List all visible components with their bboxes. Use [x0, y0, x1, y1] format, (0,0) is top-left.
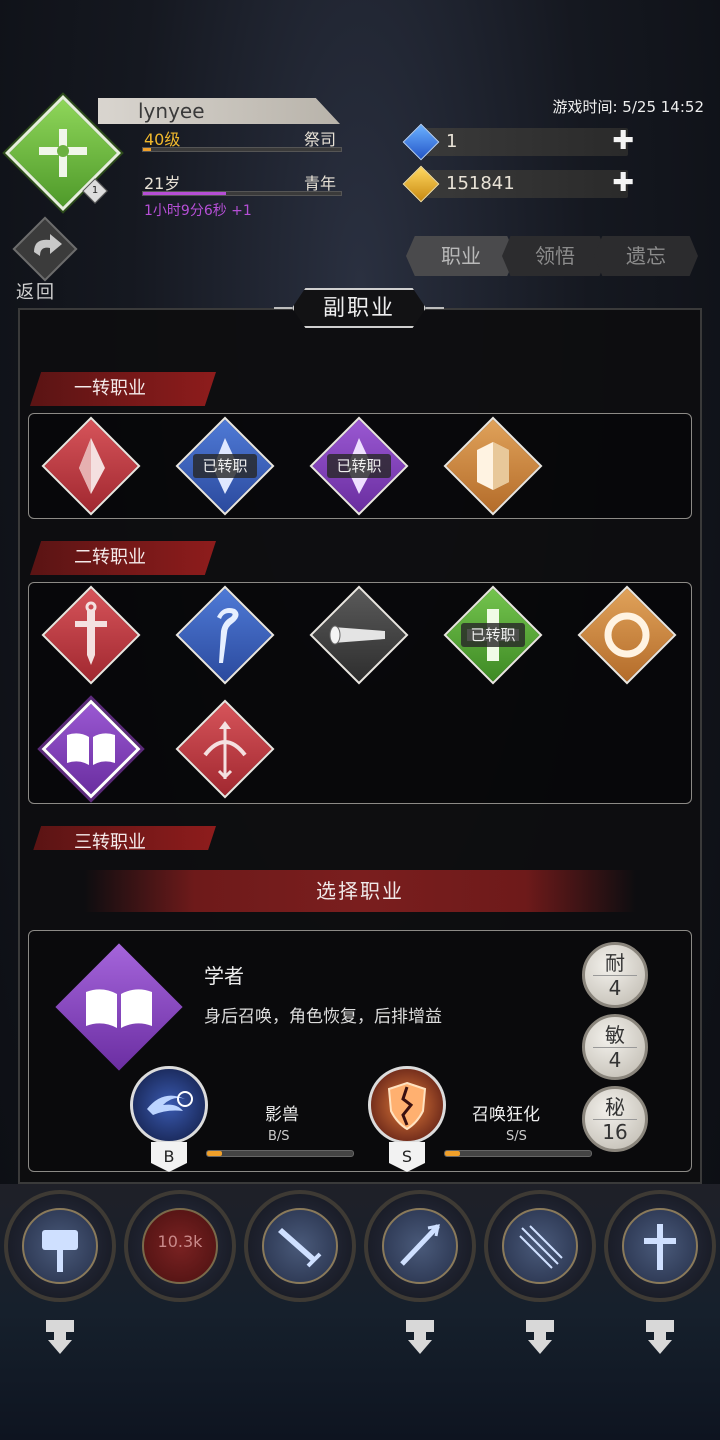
age-timer: 1小时9分6秒 +1 — [144, 203, 252, 219]
panel-title-wrap: 副职业 — [274, 284, 444, 332]
attr-value: 4 — [593, 1047, 637, 1072]
skill-progress-bar — [206, 1150, 354, 1157]
title-line-left — [274, 307, 292, 309]
sword-icon — [278, 1228, 322, 1268]
transferred-badge: 已转职 — [193, 454, 257, 478]
spiral-icon — [147, 1091, 193, 1115]
transferred-badge: 已转职 — [461, 623, 525, 647]
sword-icon — [75, 601, 107, 665]
summon-frenzy-skill-icon[interactable] — [368, 1066, 446, 1144]
down-arrow-icon[interactable] — [642, 1316, 678, 1356]
scroll-icon — [329, 625, 385, 645]
section-tier2-label: 二转职业 — [30, 541, 216, 575]
player-name: lynyee — [98, 98, 340, 124]
gold-counter: 151841 ✚ — [402, 165, 634, 203]
bow-icon — [203, 721, 247, 780]
age-progress-bar — [142, 191, 342, 196]
tab-bar: 职业 领悟 遗忘 — [406, 236, 698, 276]
job-tier1-orange[interactable] — [443, 416, 543, 516]
skill-grade: B/S — [268, 1129, 290, 1144]
job-tier2-scroll[interactable] — [309, 585, 409, 685]
back-button[interactable]: 返回 — [12, 216, 78, 303]
attr-key: 耐 — [605, 951, 625, 975]
slot-sword[interactable] — [244, 1190, 356, 1302]
job-tier2-staff[interactable] — [175, 585, 275, 685]
job-tier2-sword[interactable] — [41, 585, 141, 685]
job-tier2-bow[interactable] — [175, 699, 275, 799]
section-tier1-label: 一转职业 — [30, 372, 216, 406]
slot-counter[interactable]: 10.3k — [124, 1190, 236, 1302]
gold-icon — [402, 165, 440, 203]
job-tier2-cross[interactable]: 已转职 — [443, 585, 543, 685]
skill-progress-fill — [207, 1151, 222, 1156]
book-icon — [67, 733, 115, 765]
add-gold-button[interactable]: ✚ — [612, 170, 634, 196]
tab-job[interactable]: 职业 — [406, 236, 516, 276]
level-progress-fill — [143, 148, 151, 151]
shield-crack-icon — [387, 1081, 427, 1131]
crystal-icon — [79, 438, 105, 494]
slot-holy-cross[interactable] — [604, 1190, 716, 1302]
job-tier2-ring[interactable] — [577, 585, 677, 685]
shield-icon — [477, 442, 509, 490]
selected-job-name: 学者 — [204, 964, 244, 988]
gem-counter: 1 ✚ — [402, 123, 634, 161]
age-progress-fill — [143, 192, 227, 195]
back-label: 返回 — [16, 282, 56, 303]
attr-agility: 敏 4 — [582, 1014, 648, 1080]
hammer-icon — [42, 1230, 78, 1272]
slot-arrows[interactable] — [484, 1190, 596, 1302]
select-job-button[interactable]: 选择职业 — [84, 870, 636, 912]
tier3-clip: 三转职业 — [28, 826, 692, 850]
game-time: 游戏时间: 5/25 14:52 — [552, 98, 704, 116]
slot-counter-text: 10.3k — [157, 1232, 203, 1251]
tier1-job-box: 已转职 已转职 — [28, 413, 692, 519]
ring-icon — [604, 612, 650, 658]
skill-progress-bar — [444, 1150, 592, 1157]
attr-key: 敏 — [605, 1023, 625, 1047]
skill-name: 召唤狂化 — [472, 1105, 540, 1125]
skill-name: 影兽 — [265, 1105, 299, 1125]
gold-value: 151841 — [446, 173, 515, 194]
transferred-badge: 已转职 — [327, 454, 391, 478]
section-tier3-label: 三转职业 — [30, 826, 216, 850]
tier2-job-box: 已转职 — [28, 582, 692, 804]
attr-key: 秘 — [605, 1095, 625, 1119]
job-tier2-book[interactable] — [41, 699, 141, 799]
tab-forget[interactable]: 遗忘 — [594, 236, 698, 276]
tab-comprehend[interactable]: 领悟 — [502, 236, 608, 276]
attr-endurance: 耐 4 — [582, 942, 648, 1008]
down-arrow-icon[interactable] — [402, 1316, 438, 1356]
skill-progress-fill — [445, 1151, 460, 1156]
return-arrow-icon — [34, 234, 62, 256]
arrows-icon — [519, 1225, 563, 1269]
holy-cross-icon — [644, 1224, 676, 1270]
book-icon — [86, 989, 152, 1028]
emblem-level-text: 1 — [91, 185, 99, 196]
gem-icon — [402, 123, 440, 161]
gem-value: 1 — [446, 131, 458, 152]
staff-icon — [217, 608, 239, 663]
title-line-right — [426, 307, 444, 309]
job-tier1-red[interactable] — [41, 416, 141, 516]
skill-grade: S/S — [506, 1129, 527, 1144]
level-progress-bar — [142, 147, 342, 152]
down-arrow-icon[interactable] — [522, 1316, 558, 1356]
slot-spear[interactable] — [364, 1190, 476, 1302]
shadow-beast-skill-icon[interactable] — [130, 1066, 208, 1144]
panel-title: 副职业 — [292, 288, 426, 328]
attr-value: 4 — [593, 975, 637, 1000]
slot-hammer[interactable] — [4, 1190, 116, 1302]
job-tier1-purple[interactable]: 已转职 — [309, 416, 409, 516]
spear-icon — [400, 1224, 440, 1266]
attr-value: 16 — [593, 1119, 637, 1144]
selected-job-description: 身后召唤，角色恢复，后排增益 — [204, 1007, 442, 1027]
job-tier1-blue[interactable]: 已转职 — [175, 416, 275, 516]
attr-arcane: 秘 16 — [582, 1086, 648, 1152]
down-arrow-icon[interactable] — [42, 1316, 78, 1356]
add-gems-button[interactable]: ✚ — [612, 128, 634, 154]
